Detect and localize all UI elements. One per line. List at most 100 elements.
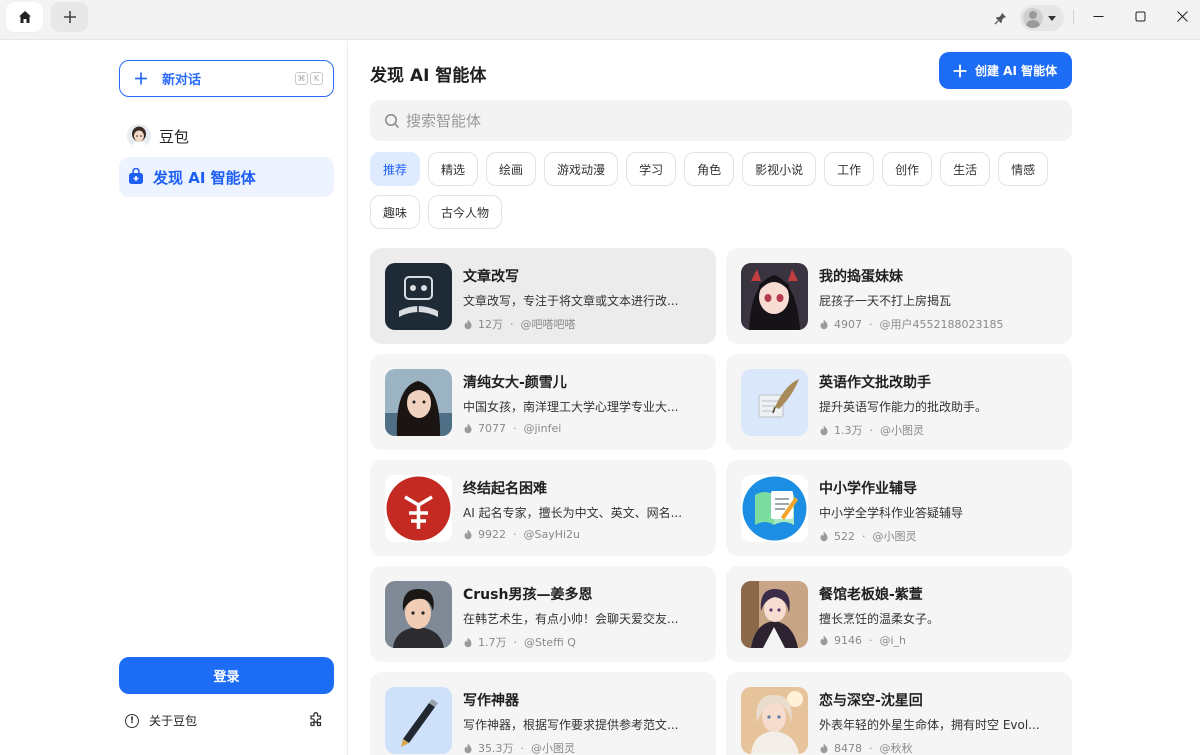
bot-description: 中小学全学科作业答疑辅导 [819,506,964,520]
doubao-avatar [127,124,151,148]
fire-icon [820,319,828,329]
about-link[interactable]: ! 关于豆包 [125,712,197,729]
close-icon [1176,10,1188,22]
bot-description: 屁孩子一天不打上房揭瓦 [819,294,952,308]
bot-meta: 35.3万 · @小图灵 [463,740,575,755]
bot-avatar [741,687,808,754]
sidebar-item-label: 豆包 [159,127,190,146]
home-icon [18,11,31,23]
bot-card[interactable]: 清纯女大-颜雪儿中国女孩，南洋理工大学心理学专业大... 7077 · @jinfei [370,354,716,450]
category-chip[interactable]: 游戏动漫 [544,152,619,186]
separator-dot: · [869,423,874,437]
category-chip[interactable]: 影视小说 [742,152,817,186]
fire-icon [464,743,472,753]
bot-card[interactable]: 终结起名困难 AI 起名专家，擅长为中文、英文、网名... 9922 · @SayHi2… [370,460,716,556]
category-chip[interactable]: 推荐 [370,152,421,186]
separator-dot: · [869,634,873,647]
category-chip[interactable]: 古今人物 [428,195,503,229]
login-button[interactable]: 登录 [119,657,334,694]
bot-meta: 7077 · @jinfei [463,422,561,435]
bot-card[interactable]: 餐馆老板娘-紫萱 擅长烹饪的温柔女子。 9146 · @i_h [726,566,1072,662]
bot-avatar [741,475,808,542]
user-avatar-icon [1023,8,1043,28]
separator-dot: · [869,317,873,331]
bot-store-icon [129,168,143,184]
bot-author: @i_h [879,634,907,647]
chevron-down-icon [1048,15,1056,21]
bot-meta: 522 · @小图灵 [819,528,917,544]
account-menu-button[interactable] [1020,5,1064,31]
bot-card[interactable]: 写作神器 写作神器，根据写作要求提供参考范文... 35.3万 · @小图灵 [370,672,716,755]
bot-meta: 1.7万 · @Steffi Q [463,634,576,650]
title-bar [0,0,1200,40]
category-chip[interactable]: 情感 [998,152,1049,186]
sidebar-item-discover[interactable]: 发现 AI 智能体 [119,157,334,197]
bot-card[interactable]: 文章改写 文章改写，专注于将文章或文本进行改... 12万 · @吧嗒吧嗒 [370,248,716,344]
pin-button[interactable] [990,8,1010,28]
create-bot-button[interactable]: 创建 AI 智能体 [939,52,1072,89]
bot-avatar [385,369,452,436]
plus-icon [953,64,967,77]
shortcut-hint: ⌘ K [295,72,323,85]
category-chip[interactable]: 角色 [684,152,735,186]
bot-author: @小图灵 [880,424,924,437]
separator-dot: · [513,528,517,541]
bot-title: 我的捣蛋妹妹 [819,269,903,285]
new-tab-button[interactable] [51,2,88,32]
plus-icon [135,72,147,85]
bot-card[interactable]: 中小学作业辅导中小学全学科作业答疑辅导 522 · @小图灵 [726,460,1072,556]
bot-description: 中国女孩，南洋理工大学心理学专业大... [463,400,679,414]
bot-title: 恋与深空-沈星回 [819,693,923,709]
bot-author: @SayHi2u [523,528,581,541]
bot-author: @jinfei [523,422,562,435]
fire-icon [820,425,828,435]
fire-icon [820,635,828,646]
bot-card[interactable]: 我的捣蛋妹妹 屁孩子一天不打上房揭瓦 4907 · @用户4552188023185 [726,248,1072,344]
category-chip[interactable]: 生活 [940,152,991,186]
pin-icon [993,12,1006,25]
shortcut-key: ⌘ [295,72,308,85]
divider [1073,10,1074,24]
fire-icon [464,423,472,434]
bot-card[interactable]: Crush男孩—姜多恩 在韩艺术生，有点小帅！会聊天爱交友... 1.7万 · @Ste… [370,566,716,662]
category-chip[interactable]: 绘画 [486,152,537,186]
bot-grid: 文章改写 文章改写，专注于将文章或文本进行改... 12万 · @吧嗒吧嗒 我的捣蛋妹妹屁… [370,248,1072,755]
bot-card[interactable]: 英语作文批改助手 提升英语写作能力的批改助手。 1.3万 · @小图灵 [726,354,1072,450]
bot-description: 文章改写，专注于将文章或文本进行改... [463,294,679,308]
bot-avatar [741,369,808,436]
bot-author: @吧嗒吧嗒 [520,318,576,331]
bot-description: 提升英语写作能力的批改助手。 [819,400,988,414]
bot-heat: 1.7万 [478,636,507,649]
maximize-button[interactable] [1125,4,1155,28]
bot-avatar [385,581,452,648]
search-bar[interactable] [370,100,1072,141]
category-chip[interactable]: 趣味 [370,195,421,229]
category-chip[interactable]: 学习 [626,152,677,186]
minimize-button[interactable] [1083,4,1113,28]
category-chip[interactable]: 工作 [824,152,875,186]
bot-avatar [741,263,808,330]
bot-card[interactable]: 恋与深空-沈星回 外表年轻的外星生命体，拥有时空 Evol... 8478 · @秋秋 [726,672,1072,755]
bot-avatar [385,687,452,754]
sidebar: 新对话 ⌘ K 豆包 发现 AI 智能体 登录 ! 关于豆包 [0,41,348,755]
home-tab[interactable] [6,2,43,32]
sidebar-item-doubao[interactable]: 豆包 [119,116,334,156]
bot-description: 擅长烹饪的温柔女子。 [819,612,940,626]
separator-dot: · [513,635,518,649]
minimize-icon [1093,15,1103,17]
bot-author: @小图灵 [872,530,917,543]
fire-icon [464,319,472,329]
category-chip[interactable]: 创作 [882,152,933,186]
bot-author: @小图灵 [531,742,575,755]
bot-title: 中小学作业辅导 [819,481,917,497]
plugin-icon[interactable] [308,712,324,728]
bot-title: 清纯女大-颜雪儿 [463,375,567,391]
separator-dot: · [510,317,514,331]
new-chat-button[interactable]: 新对话 ⌘ K [119,60,334,97]
search-input[interactable] [406,111,1006,130]
bot-author: @用户4552188023185 [879,318,1004,331]
category-chip[interactable]: 精选 [428,152,479,186]
close-button[interactable] [1167,4,1197,28]
bot-description: 写作神器，根据写作要求提供参考范文... [463,718,679,732]
bot-title: Crush男孩—姜多恩 [463,587,593,603]
